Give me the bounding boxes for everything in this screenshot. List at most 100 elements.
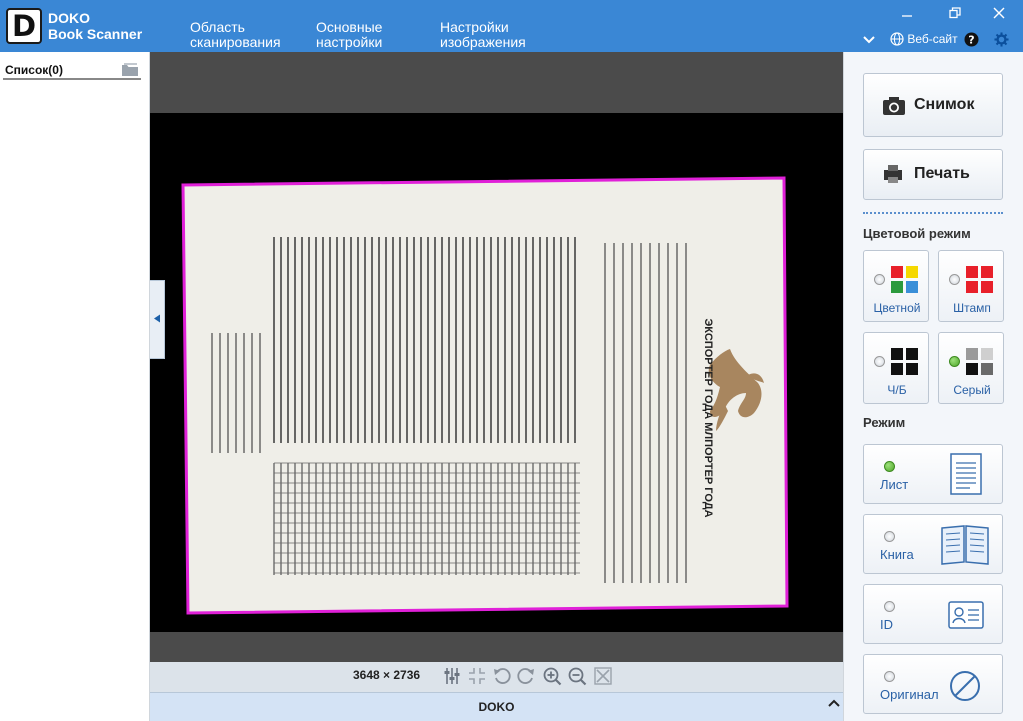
swatch-black (891, 348, 903, 360)
mode-original-radio (884, 671, 895, 682)
swatch-red (981, 266, 993, 278)
swatch-gray (966, 348, 978, 360)
color-mode-stamp-radio (949, 274, 960, 285)
viewer-bottom-margin (150, 632, 843, 662)
mode-id-label: ID (880, 617, 893, 632)
chevron-up-icon (828, 699, 840, 707)
app-name-line1: DOKO (48, 10, 90, 26)
close-icon (993, 7, 1005, 19)
no-processing-icon (950, 671, 980, 701)
book-icon (941, 525, 989, 565)
app-logo: D (6, 8, 42, 44)
shrink-icon (469, 668, 485, 684)
mode-original[interactable]: Оригинал (863, 654, 1003, 714)
folder-icon (122, 63, 138, 76)
swatch-black (966, 363, 978, 375)
rotate-left-button[interactable] (492, 666, 514, 688)
chevron-down-icon (863, 36, 875, 44)
help-button[interactable]: ? (964, 32, 979, 50)
dropdown-button[interactable] (862, 34, 876, 48)
color-mode-bw[interactable]: Ч/Б (863, 332, 929, 404)
swatch-yellow (906, 266, 918, 278)
menu-scan-area-line2: сканирования (190, 34, 281, 50)
menu-image-settings-line2: изображения (440, 34, 526, 50)
zoom-out-icon (568, 667, 587, 686)
mode-book-radio (884, 531, 895, 542)
color-mode-gray-radio (949, 356, 960, 367)
website-link[interactable]: Веб-сайт (890, 32, 958, 46)
viewer-top-margin (150, 52, 843, 113)
capture-label: Снимок (914, 96, 975, 113)
svg-text:?: ? (968, 34, 974, 47)
color-mode-stamp-label: Штамп (953, 301, 991, 315)
color-mode-color-radio (874, 274, 885, 285)
status-bar: DOKO (150, 692, 843, 721)
swatch-black (906, 363, 918, 375)
color-mode-bw-label: Ч/Б (887, 383, 907, 397)
swatch-black (906, 348, 918, 360)
document-heading: ЭКСПОРТЕР ГОДА МЛПОРТЕР ГОДА (702, 318, 714, 517)
restore-icon (949, 7, 961, 19)
title-bar: D DOKO Book Scanner Область сканирования… (0, 0, 1023, 52)
swatch-red (981, 281, 993, 293)
sliders-icon (444, 668, 460, 684)
color-mode-color[interactable]: Цветной (863, 250, 929, 322)
app-name-line2: Book Scanner (48, 26, 143, 42)
swatch-red (966, 266, 978, 278)
swatch-red (966, 281, 978, 293)
list-count-label: Список(0) (5, 63, 63, 77)
menu-basic-settings-line2: настройки (316, 34, 383, 50)
list-header: Список(0) (3, 58, 141, 80)
mode-sheet[interactable]: Лист (863, 444, 1003, 504)
status-text: DOKO (478, 700, 515, 714)
menu-basic-settings[interactable]: Основные настройки (316, 20, 382, 50)
rotate-right-button[interactable] (516, 666, 538, 688)
settings-button[interactable] (994, 32, 1009, 50)
mode-id-radio (884, 601, 895, 612)
color-mode-title: Цветовой режим (863, 226, 971, 241)
image-toolbar: 3648 × 2736 (150, 662, 843, 692)
color-mode-gray[interactable]: Серый (938, 332, 1004, 404)
menu-scan-area[interactable]: Область сканирования (190, 20, 281, 50)
collapse-left-panel-button[interactable] (150, 280, 165, 359)
mode-original-label: Оригинал (880, 687, 939, 702)
website-label: Веб-сайт (907, 32, 958, 46)
sheet-icon (950, 453, 982, 495)
scan-preview-area: ЭКСПОРТЕР ГОДА МЛПОРТЕР ГОДА (150, 113, 843, 632)
mode-id[interactable]: ID (863, 584, 1003, 644)
printer-icon (884, 165, 902, 183)
color-mode-color-label: Цветной (873, 301, 921, 315)
image-viewer: ЭКСПОРТЕР ГОДА МЛПОРТЕР ГОДА 3648 × 2736 (150, 52, 843, 721)
fit-button[interactable] (467, 666, 489, 688)
rotate-right-icon (517, 668, 534, 684)
capture-button[interactable]: Снимок (863, 73, 1003, 137)
zoom-in-button[interactable] (542, 666, 564, 688)
section-divider (863, 212, 1003, 214)
scanned-document-preview: ЭКСПОРТЕР ГОДА МЛПОРТЕР ГОДА (181, 176, 789, 615)
folder-button[interactable] (121, 61, 139, 76)
minimize-button[interactable] (892, 4, 922, 26)
menu-image-settings[interactable]: Настройки изображения (440, 20, 526, 50)
restore-button[interactable] (940, 4, 970, 26)
help-icon: ? (964, 32, 979, 47)
menu-basic-settings-line1: Основные (316, 19, 383, 35)
swatch-black (891, 363, 903, 375)
fullscreen-button[interactable] (593, 666, 615, 688)
close-button[interactable] (984, 4, 1014, 26)
globe-icon (890, 32, 904, 46)
mode-sheet-radio (884, 461, 895, 472)
triangle-left-icon (154, 314, 160, 323)
zoom-in-icon (543, 667, 562, 686)
camera-icon (883, 97, 905, 115)
print-button[interactable]: Печать (863, 149, 1003, 200)
menu-scan-area-line1: Область (190, 19, 245, 35)
color-mode-stamp[interactable]: Штамп (938, 250, 1004, 322)
expand-status-button[interactable] (827, 695, 841, 711)
app-name: DOKO Book Scanner (48, 10, 142, 42)
adjust-button[interactable] (442, 666, 464, 688)
zoom-out-button[interactable] (567, 666, 589, 688)
gear-icon (994, 32, 1009, 47)
control-panel: Снимок Печать Цветовой режим Цветной Шта… (843, 52, 1023, 721)
swatch-green (891, 281, 903, 293)
mode-book[interactable]: Книга (863, 514, 1003, 574)
